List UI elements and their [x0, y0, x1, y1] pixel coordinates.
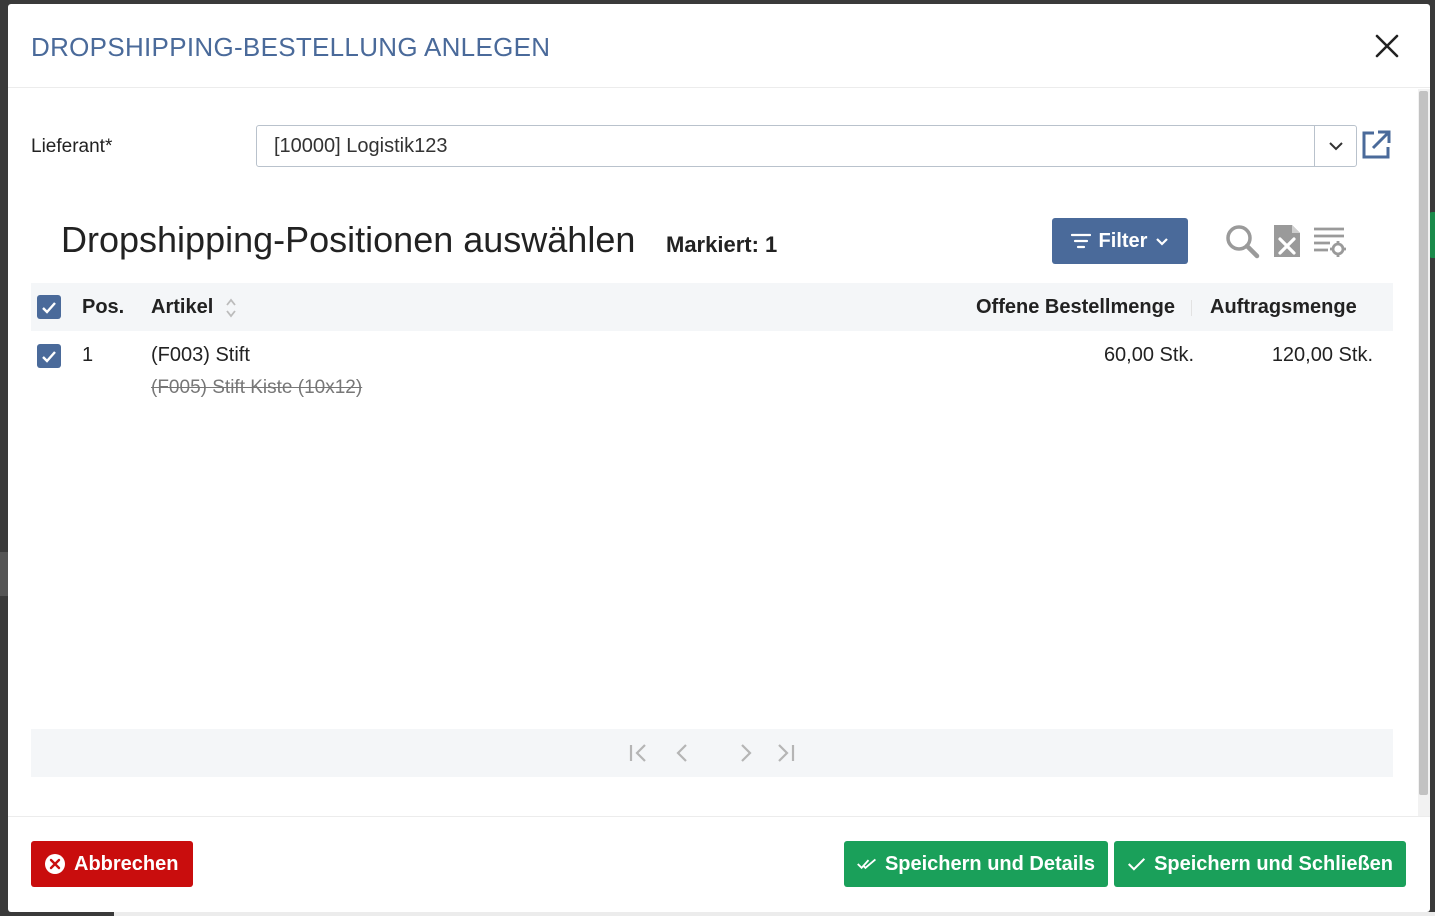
- scrollbar-thumb[interactable]: [1419, 91, 1428, 795]
- save-and-details-button[interactable]: Speichern und Details: [844, 841, 1108, 887]
- filter-icon: [1070, 233, 1091, 249]
- column-divider: [1191, 300, 1192, 316]
- modal-title: DROPSHIPPING-BESTELLUNG ANLEGEN: [31, 32, 551, 62]
- table-header: Pos. Artikel Offene Bestellmenge Auftrag…: [31, 283, 1393, 331]
- first-page-icon[interactable]: [627, 741, 651, 765]
- section-title: Dropshipping-Positionen auswählen: [61, 219, 636, 260]
- sort-icon[interactable]: [225, 297, 237, 319]
- modal-header: DROPSHIPPING-BESTELLUNG ANLEGEN: [8, 4, 1430, 88]
- external-link-icon[interactable]: [1360, 129, 1392, 161]
- cancel-label: Abbrechen: [74, 852, 179, 875]
- marked-count: Markiert: 1: [666, 232, 778, 257]
- background-strip: [114, 912, 1435, 916]
- excel-export-icon[interactable]: [1269, 223, 1305, 259]
- select-all-checkbox[interactable]: [37, 295, 61, 319]
- filter-button[interactable]: Filter: [1052, 218, 1188, 264]
- check-icon: [1127, 858, 1146, 871]
- last-page-icon[interactable]: [773, 741, 797, 765]
- row-open-qty: 60,00 Stk.: [1103, 344, 1194, 366]
- supplier-select[interactable]: [10000] Logistik123: [256, 125, 1357, 167]
- background-panel: [0, 552, 8, 596]
- save-and-details-label: Speichern und Details: [884, 852, 1095, 875]
- modal-footer: Abbrechen Speichern und Details Speicher…: [8, 816, 1430, 912]
- row-order-qty: 120,00 Stk.: [1271, 344, 1373, 366]
- row-checkbox[interactable]: [37, 344, 61, 368]
- cancel-button[interactable]: Abbrechen: [31, 841, 193, 887]
- row-article-replaced: (F005) Stift Kiste (10x12): [151, 377, 363, 398]
- check-icon: [42, 350, 56, 363]
- column-header-order-qty[interactable]: Auftragsmenge: [1210, 296, 1357, 319]
- pagination: [31, 729, 1393, 777]
- previous-page-icon[interactable]: [671, 741, 695, 765]
- double-check-icon: [857, 858, 876, 870]
- row-article: (F003) Stift: [151, 344, 250, 366]
- search-icon[interactable]: [1224, 223, 1260, 259]
- next-page-icon[interactable]: [733, 741, 757, 765]
- cancel-icon: [45, 854, 65, 874]
- chevron-down-icon: [1156, 237, 1169, 246]
- check-icon: [42, 301, 56, 314]
- save-and-close-button[interactable]: Speichern und Schließen: [1114, 841, 1406, 887]
- close-icon[interactable]: [1372, 31, 1402, 61]
- supplier-dropdown-toggle[interactable]: [1314, 126, 1356, 166]
- filter-label: Filter: [1098, 229, 1148, 252]
- save-and-close-label: Speichern und Schließen: [1154, 852, 1393, 875]
- create-dropshipping-order-modal: DROPSHIPPING-BESTELLUNG ANLEGEN Lieferan…: [8, 4, 1430, 912]
- modal-body: Lieferant* [10000] Logistik123 Dropshipp…: [8, 89, 1418, 816]
- column-header-article-label: Artikel: [151, 296, 214, 318]
- supplier-value[interactable]: [10000] Logistik123: [257, 135, 1314, 158]
- chevron-down-icon: [1328, 142, 1343, 151]
- column-header-article[interactable]: Artikel: [151, 296, 237, 319]
- table-row[interactable]: 1 (F003) Stift (F005) Stift Kiste (10x12…: [31, 336, 1393, 416]
- column-settings-icon[interactable]: [1312, 223, 1348, 259]
- supplier-label: Lieferant*: [31, 136, 113, 157]
- row-pos: 1: [82, 344, 94, 366]
- column-header-pos[interactable]: Pos.: [82, 296, 124, 319]
- column-header-open-qty[interactable]: Offene Bestellmenge: [976, 296, 1175, 319]
- scrollbar[interactable]: [1418, 89, 1430, 816]
